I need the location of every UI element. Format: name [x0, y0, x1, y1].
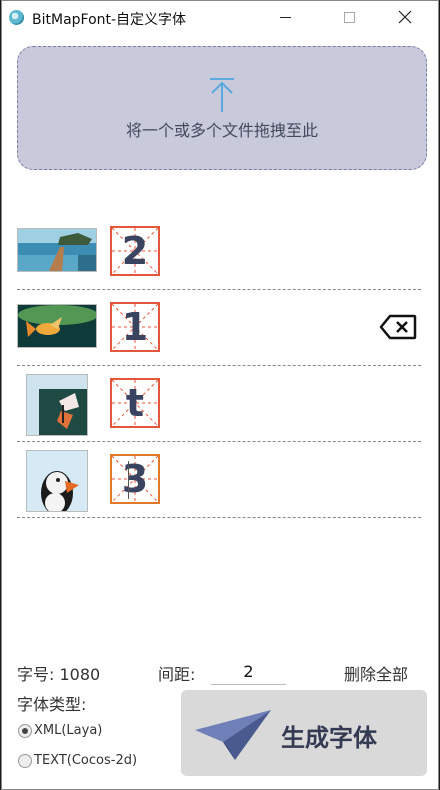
file-drop-zone[interactable]: 将一个或多个文件拖拽至此	[17, 46, 427, 170]
radio-text-cocos[interactable]: TEXT(Cocos-2d)	[18, 753, 137, 768]
glyph-char: t	[125, 381, 145, 425]
glyph-preview[interactable]: t	[110, 378, 160, 428]
maximize-button[interactable]	[326, 1, 372, 33]
font-size-value: 1080	[59, 665, 101, 684]
list-item[interactable]: 2	[17, 214, 421, 290]
window-title: BitMapFont-自定义字体	[32, 12, 187, 28]
pier-sea-image	[17, 228, 97, 272]
puffin-image	[26, 450, 88, 512]
app-logo-icon	[9, 10, 24, 25]
generate-font-label: 生成字体	[281, 724, 377, 752]
radio-label: TEXT(Cocos-2d)	[34, 753, 138, 768]
glyph-char: 2	[121, 229, 149, 273]
radio-checked-icon	[18, 723, 32, 738]
font-type-label: 字体类型:	[17, 695, 87, 714]
close-icon	[398, 10, 412, 24]
radio-label: XML(Laya)	[34, 723, 103, 738]
glyph-preview[interactable]: 2	[110, 226, 160, 276]
maximize-icon	[343, 11, 355, 23]
spacing-input[interactable]	[211, 659, 286, 685]
delete-all-button[interactable]: 删除全部	[344, 661, 408, 685]
radio-xml-laya[interactable]: XML(Laya)	[18, 723, 102, 738]
font-size-display: 字号: 1080	[17, 661, 100, 685]
glyph-preview-selected[interactable]: 3	[110, 454, 160, 504]
drop-zone-text: 将一个或多个文件拖拽至此	[125, 121, 318, 140]
app-window: BitMapFont-自定义字体 将一个或多个文件拖拽至此 2 1 t 3 字号…	[1, 0, 439, 790]
backspace-icon[interactable]	[379, 314, 417, 340]
glyph-char: 3	[121, 457, 149, 501]
glyph-preview[interactable]: 1	[110, 302, 160, 352]
butterfly-image	[26, 374, 88, 436]
minimize-button[interactable]	[262, 1, 308, 33]
glyph-char: 1	[121, 305, 149, 349]
glyph-list: 2 1 t 3	[2, 214, 438, 518]
paper-plane-icon	[195, 710, 271, 760]
close-button[interactable]	[382, 1, 428, 33]
title-bar[interactable]: BitMapFont-自定义字体	[2, 1, 438, 33]
radio-unchecked-icon	[18, 753, 32, 768]
text-cursor	[128, 461, 129, 499]
upload-arrow-icon	[210, 78, 234, 112]
font-size-label: 字号:	[17, 665, 55, 684]
generate-font-button[interactable]: 生成字体	[181, 690, 427, 776]
minimize-icon	[279, 16, 291, 18]
list-item[interactable]: t	[17, 366, 421, 442]
fish-underwater-image	[17, 304, 97, 348]
list-item[interactable]: 1	[17, 290, 421, 366]
spacing-label: 间距:	[158, 665, 196, 684]
list-item[interactable]: 3	[17, 442, 421, 518]
